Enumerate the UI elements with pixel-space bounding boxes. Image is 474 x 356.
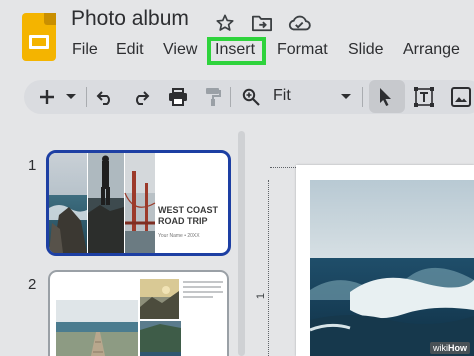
toolbar-divider <box>230 87 231 107</box>
image-icon[interactable] <box>450 86 472 108</box>
menu-edit[interactable]: Edit <box>116 41 144 59</box>
new-slide-plus-icon[interactable] <box>37 86 57 108</box>
menu-view[interactable]: View <box>163 41 197 59</box>
slide-1-photos <box>49 153 156 253</box>
new-slide-dropdown-icon[interactable] <box>63 86 79 108</box>
menu-arrange[interactable]: Arrange <box>403 41 460 59</box>
zoom-dropdown-icon[interactable] <box>338 86 354 108</box>
wikihow-watermark: wikiHow <box>430 342 470 354</box>
print-icon[interactable] <box>166 86 190 108</box>
slide-1-title: WEST COAST ROAD TRIP <box>158 205 218 226</box>
zoom-icon[interactable] <box>240 86 262 108</box>
filmstrip-scrollbar[interactable] <box>238 131 245 356</box>
text-box-icon[interactable] <box>412 86 436 108</box>
move-to-folder-icon[interactable] <box>250 12 274 34</box>
slide-number-2: 2 <box>28 276 37 293</box>
paint-format-icon[interactable] <box>202 86 224 108</box>
select-cursor-icon[interactable] <box>375 86 397 108</box>
toolbar-divider <box>86 87 87 107</box>
slides-app-logo[interactable] <box>22 13 56 61</box>
menu-file[interactable]: File <box>72 41 98 59</box>
menu-format[interactable]: Format <box>277 41 328 59</box>
slide-number-1: 1 <box>28 157 37 174</box>
slide-thumbnail-2[interactable] <box>48 270 229 356</box>
menu-slide[interactable]: Slide <box>348 41 384 59</box>
cloud-saved-icon[interactable] <box>286 12 312 34</box>
vertical-ruler <box>257 180 269 356</box>
ruler-number: 1 <box>255 292 268 300</box>
star-icon[interactable] <box>214 12 236 34</box>
redo-icon[interactable] <box>130 86 152 108</box>
insert-highlight-box <box>207 37 266 65</box>
zoom-level-select[interactable]: Fit <box>273 87 291 105</box>
slide-2-photos <box>56 279 223 356</box>
slide-main-photo[interactable] <box>310 180 474 356</box>
toolbar-divider <box>362 87 363 107</box>
slide-1-subtitle: Your Name • 20XX <box>158 233 200 239</box>
document-title[interactable]: Photo album <box>71 7 189 31</box>
slide-thumbnail-1[interactable]: WEST COAST ROAD TRIP Your Name • 20XX <box>46 150 231 256</box>
undo-icon[interactable] <box>94 86 116 108</box>
